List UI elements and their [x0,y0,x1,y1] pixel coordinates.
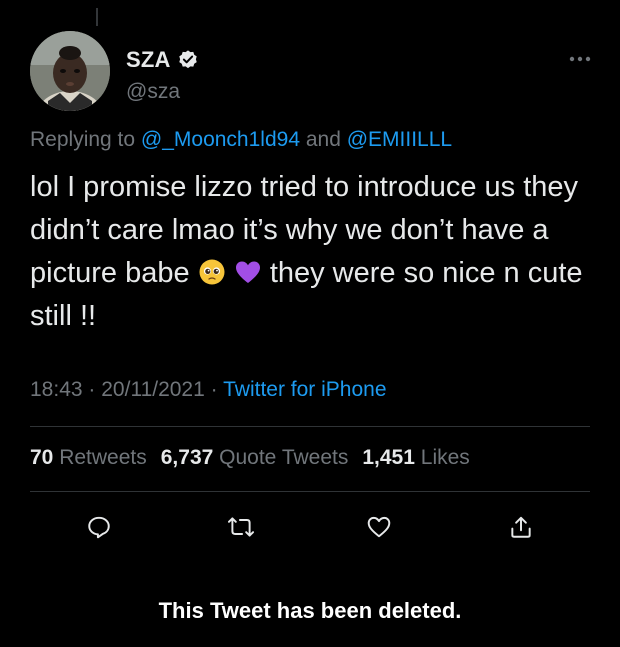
meta-separator: · [88,378,96,401]
replying-to-line: Replying to @_Moonch1ld94 and @EMIIILLL [30,128,452,152]
retweets-label: Retweets [59,446,147,469]
like-button[interactable] [364,512,394,542]
avatar[interactable] [30,31,110,111]
author-display-name[interactable]: SZA [126,47,171,73]
engagement-stats: 70 Retweets 6,737 Quote Tweets 1,451 Likes [30,446,470,470]
replying-to-prefix: Replying to [30,128,136,151]
likes-count: 1,451 [362,446,415,469]
author-name-row: SZA [126,47,199,73]
quote-tweets-label: Quote Tweets [219,446,349,469]
deleted-tweet-notice: This Tweet has been deleted. [158,598,462,623]
divider [30,426,590,427]
meta-separator: · [210,378,218,401]
more-options-icon[interactable] [566,52,594,66]
reply-button[interactable] [84,512,114,542]
pleading-face-emoji-icon [198,256,226,285]
author-handle[interactable]: @sza [126,80,180,104]
quote-tweets-stat[interactable]: 6,737 Quote Tweets [161,446,349,469]
retweet-icon [227,517,255,537]
share-icon [511,516,531,538]
retweets-stat[interactable]: 70 Retweets [30,446,147,469]
child-portrait-avatar-icon [30,31,110,111]
tweet-source-link[interactable]: Twitter for iPhone [223,378,386,401]
divider [30,491,590,492]
reply-mention-link[interactable]: @EMIIILLL [347,128,452,151]
tweet-body: lol I promise lizzo tried to introduce u… [30,166,600,338]
purple-heart-emoji-icon [234,256,262,284]
thread-connector-line [96,8,98,26]
reply-mention-link[interactable]: @_Moonch1ld94 [141,128,300,151]
retweets-count: 70 [30,446,54,469]
verified-badge-icon [177,49,199,71]
likes-stat[interactable]: 1,451 Likes [362,446,469,469]
reply-icon [88,516,110,539]
like-icon [367,516,391,538]
share-button[interactable] [506,512,536,542]
retweet-button[interactable] [226,512,256,542]
likes-label: Likes [420,446,470,469]
tweet-time[interactable]: 18:43 [30,378,83,401]
quote-tweets-count: 6,737 [160,446,214,469]
replying-to-conjunction: and [305,128,341,151]
tweet-metadata: 18:43 · 20/11/2021 · Twitter for iPhone [30,378,387,402]
tweet-date[interactable]: 20/11/2021 [101,378,205,401]
